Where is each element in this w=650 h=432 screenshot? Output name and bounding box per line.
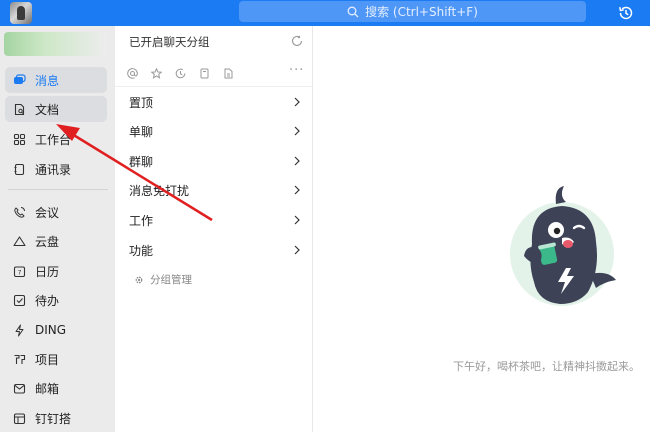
app-logo[interactable] bbox=[10, 2, 32, 24]
calendar-icon: 7 bbox=[13, 265, 26, 277]
chat-group-panel: 已开启聊天分组 ··· 置顶 单聊 群聊 消息免打扰 工作 功能 分组管理 bbox=[115, 26, 313, 432]
greeting-text: 下午好，喝杯茶吧，让精神抖擞起来。 bbox=[453, 360, 640, 373]
group-item-group-chat[interactable]: 群聊 bbox=[129, 150, 301, 172]
gear-icon bbox=[135, 276, 143, 283]
nav-label: 邮箱 bbox=[35, 381, 60, 396]
nav-item-dingda[interactable]: 钉钉搭 bbox=[5, 405, 107, 431]
nav-label: 文档 bbox=[35, 102, 60, 117]
nav-divider bbox=[8, 189, 108, 190]
group-label: 单聊 bbox=[129, 124, 154, 139]
message-icon bbox=[14, 73, 26, 84]
nav-item-workbench[interactable]: 工作台 bbox=[5, 126, 107, 152]
nav-label: 云盘 bbox=[35, 234, 60, 249]
group-item-muted[interactable]: 消息免打扰 bbox=[129, 179, 301, 201]
nav-item-documents[interactable]: 文档 bbox=[5, 96, 107, 122]
group-manage-button[interactable]: 分组管理 bbox=[134, 272, 192, 287]
document-icon bbox=[14, 103, 25, 115]
chevron-right-icon bbox=[294, 245, 300, 255]
search-icon bbox=[347, 6, 359, 17]
chevron-right-icon bbox=[294, 215, 300, 225]
nav-label: 通讯录 bbox=[35, 162, 72, 177]
filter-row bbox=[127, 66, 307, 80]
svg-text:7: 7 bbox=[18, 269, 22, 276]
nav-item-todo[interactable]: 待办 bbox=[5, 287, 107, 313]
nav-item-messages[interactable]: 消息 bbox=[5, 67, 107, 93]
search-placeholder: 搜索 (Ctrl+Shift+F) bbox=[365, 5, 478, 19]
clock-icon[interactable] bbox=[175, 68, 186, 79]
nav-label: 消息 bbox=[35, 73, 60, 88]
chevron-right-icon bbox=[294, 97, 300, 107]
profile-card[interactable] bbox=[4, 32, 106, 56]
nav-label: 会议 bbox=[35, 205, 60, 220]
group-label: 消息免打扰 bbox=[129, 183, 190, 198]
group-label: 工作 bbox=[129, 213, 154, 228]
mascot-illustration bbox=[510, 186, 616, 306]
nav-label: 工作台 bbox=[35, 132, 72, 147]
nav-item-mail[interactable]: 邮箱 bbox=[5, 375, 107, 401]
cloud-icon bbox=[13, 235, 26, 246]
nav-label: 日历 bbox=[35, 264, 60, 279]
nav-item-calendar[interactable]: 7 日历 bbox=[5, 258, 107, 284]
search-bar[interactable]: 搜索 (Ctrl+Shift+F) bbox=[239, 1, 586, 22]
nav-label: DING bbox=[35, 323, 67, 337]
nav-item-meeting[interactable]: 会议 bbox=[5, 199, 107, 225]
top-bar: 搜索 (Ctrl+Shift+F) bbox=[0, 0, 650, 26]
group-label: 群聊 bbox=[129, 154, 154, 169]
group-item-work[interactable]: 工作 bbox=[129, 209, 301, 231]
nav-item-project[interactable]: 项目 bbox=[5, 346, 107, 372]
file-icon[interactable] bbox=[223, 68, 234, 79]
main-empty-area: 下午好，喝杯茶吧，让精神抖擞起来。 bbox=[313, 26, 650, 432]
nav-item-ding[interactable]: DING bbox=[5, 317, 107, 343]
more-options-icon[interactable]: ··· bbox=[289, 63, 304, 78]
workbench-icon bbox=[13, 133, 26, 145]
nav-item-contacts[interactable]: 通讯录 bbox=[5, 156, 107, 182]
divider bbox=[115, 86, 313, 87]
at-icon[interactable] bbox=[127, 67, 138, 79]
nav-item-cloud[interactable]: 云盘 bbox=[5, 228, 107, 254]
group-label: 置顶 bbox=[129, 95, 154, 110]
group-manage-label: 分组管理 bbox=[150, 274, 192, 286]
contacts-icon bbox=[14, 163, 25, 175]
chevron-right-icon bbox=[294, 156, 300, 166]
panel-title: 已开启聊天分组 bbox=[129, 35, 210, 49]
group-label: 功能 bbox=[129, 243, 154, 258]
refresh-icon[interactable] bbox=[291, 35, 303, 47]
meeting-icon bbox=[14, 206, 25, 218]
mail-icon bbox=[13, 383, 26, 394]
project-icon bbox=[14, 354, 26, 364]
star-icon[interactable] bbox=[151, 67, 162, 79]
chevron-right-icon bbox=[294, 185, 300, 195]
dingda-icon bbox=[13, 412, 26, 424]
bookmark-icon[interactable] bbox=[199, 68, 210, 79]
group-item-single-chat[interactable]: 单聊 bbox=[129, 120, 301, 142]
todo-icon bbox=[13, 294, 26, 306]
group-item-function[interactable]: 功能 bbox=[129, 239, 301, 261]
history-icon[interactable] bbox=[617, 4, 635, 22]
nav-label: 项目 bbox=[35, 352, 60, 367]
left-nav: 消息 文档 工作台 通讯录 会议 云盘 7 日历 待办 DING 项目 邮箱 钉… bbox=[0, 26, 115, 432]
ding-icon bbox=[15, 324, 24, 336]
chevron-right-icon bbox=[294, 126, 300, 136]
nav-label: 钉钉搭 bbox=[35, 411, 72, 426]
nav-label: 待办 bbox=[35, 293, 60, 308]
group-item-pinned[interactable]: 置顶 bbox=[129, 91, 301, 113]
